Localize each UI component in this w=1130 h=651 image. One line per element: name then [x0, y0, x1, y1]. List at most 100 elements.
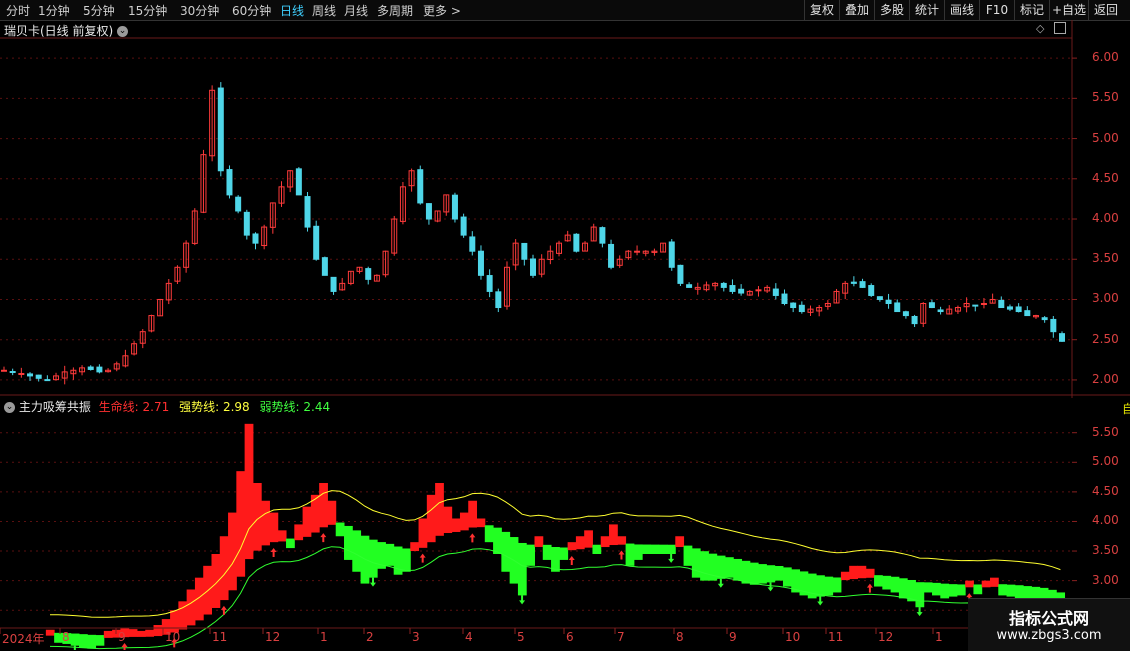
up-arrow-icon [469, 533, 476, 543]
candle-body [9, 371, 16, 374]
indicator-bar [932, 582, 941, 596]
indicator-bar [923, 582, 933, 593]
candle-body [44, 379, 51, 382]
indicator-bar [509, 537, 519, 584]
candle-body [243, 211, 250, 236]
x-axis-label: 7 [617, 630, 625, 644]
candle-body [738, 288, 745, 294]
candle-body [96, 366, 103, 373]
indicator-bar [965, 580, 974, 588]
indicator-bar [252, 483, 262, 551]
indicator-bar [782, 567, 792, 587]
indicator-bar [617, 536, 627, 545]
candle-body [980, 303, 987, 305]
indicator-bar [575, 536, 585, 550]
indicator-bar [194, 577, 204, 621]
indicator-bar [393, 546, 403, 575]
indicator-bar [302, 506, 312, 537]
indicator-bar [128, 629, 138, 637]
candle-body [686, 284, 693, 288]
candle-body [928, 302, 935, 309]
indicator-bar [940, 583, 950, 599]
indicator-bar [642, 544, 651, 554]
x-axis-label: 2 [366, 630, 374, 644]
indicator-bar [890, 576, 900, 593]
indicator-bar [244, 423, 254, 560]
x-axis-label: 8 [62, 630, 70, 644]
candle-body [530, 258, 536, 276]
down-arrow-icon [767, 582, 774, 592]
indicator-bar [70, 633, 80, 646]
up-arrow-icon [270, 547, 277, 557]
watermark-title: 指标公式网 [1008, 609, 1089, 628]
candle-body [295, 168, 302, 196]
candle-body [313, 225, 320, 260]
up-arrow-icon [618, 550, 625, 560]
indicator-axis-label: 3.00 [1092, 572, 1119, 587]
indicator-bar [103, 630, 113, 638]
weak-line-value: 2.44 [303, 400, 331, 414]
indicator-bar [675, 536, 685, 548]
indicator-bar [78, 634, 88, 648]
price-axis-label: 5.00 [1092, 130, 1119, 145]
x-axis-label: 3 [412, 630, 420, 644]
indicator-bar [261, 500, 270, 546]
candle-body [608, 243, 615, 268]
candle-body [755, 289, 762, 292]
indicator-bar [633, 544, 643, 560]
indicator-bar [683, 545, 693, 566]
indicator-bar [542, 544, 552, 560]
indicator-bar [410, 542, 420, 552]
weak-line [49, 546, 1061, 650]
candle-body [902, 311, 909, 317]
indicator-bar [517, 542, 527, 596]
candle-body [573, 233, 580, 252]
candle-body [477, 250, 484, 276]
indicator-bar [269, 512, 279, 543]
candle-body [720, 282, 727, 288]
candle-body [859, 281, 866, 288]
indicator-bar [468, 500, 478, 528]
candle-body [1006, 306, 1013, 310]
indicator-bar [691, 548, 701, 578]
price-axis-label: 2.50 [1092, 331, 1119, 346]
indicator-bar [327, 500, 337, 525]
indicator-bar [650, 544, 660, 554]
indicator-bar [625, 543, 635, 566]
candle-body [35, 374, 42, 379]
up-arrow-icon [568, 555, 575, 565]
up-arrow-icon [220, 605, 227, 615]
weak-line-label: 弱势线: [259, 400, 300, 414]
indicator-bar [377, 542, 386, 569]
indicator-bar [791, 569, 801, 593]
indicator-bar [658, 544, 668, 554]
watermark-url: www.zbgs3.com [996, 628, 1102, 643]
candle-body [417, 169, 424, 204]
candle-body [850, 281, 857, 284]
indicator-bar [948, 584, 958, 597]
candle-body [460, 216, 467, 236]
x-axis-label: 12 [878, 630, 894, 644]
price-axis-label: 2.00 [1092, 371, 1119, 386]
indicator-bar [145, 629, 155, 637]
down-arrow-icon [73, 645, 76, 650]
right-strip-label: 自 [1122, 402, 1130, 416]
candle-body [469, 236, 476, 252]
indicator-bar [749, 562, 759, 585]
indicator-bar [1014, 585, 1024, 599]
indicator-bar [418, 518, 428, 548]
price-chart [0, 20, 1130, 398]
chevron-down-icon[interactable]: ⌄ [4, 402, 15, 413]
indicator-bar [700, 551, 709, 581]
indicator-bar [551, 547, 560, 572]
down-arrow-icon [717, 578, 724, 588]
candle-body [1, 369, 7, 372]
indicator-bar [87, 634, 97, 649]
indicator-bar [534, 536, 544, 547]
candle-body [1024, 310, 1031, 317]
indicator-bar [874, 575, 883, 587]
indicator-bar [956, 584, 966, 596]
x-axis-label: 1 [935, 630, 943, 644]
candle-body [790, 302, 797, 309]
down-arrow-icon [668, 553, 675, 563]
